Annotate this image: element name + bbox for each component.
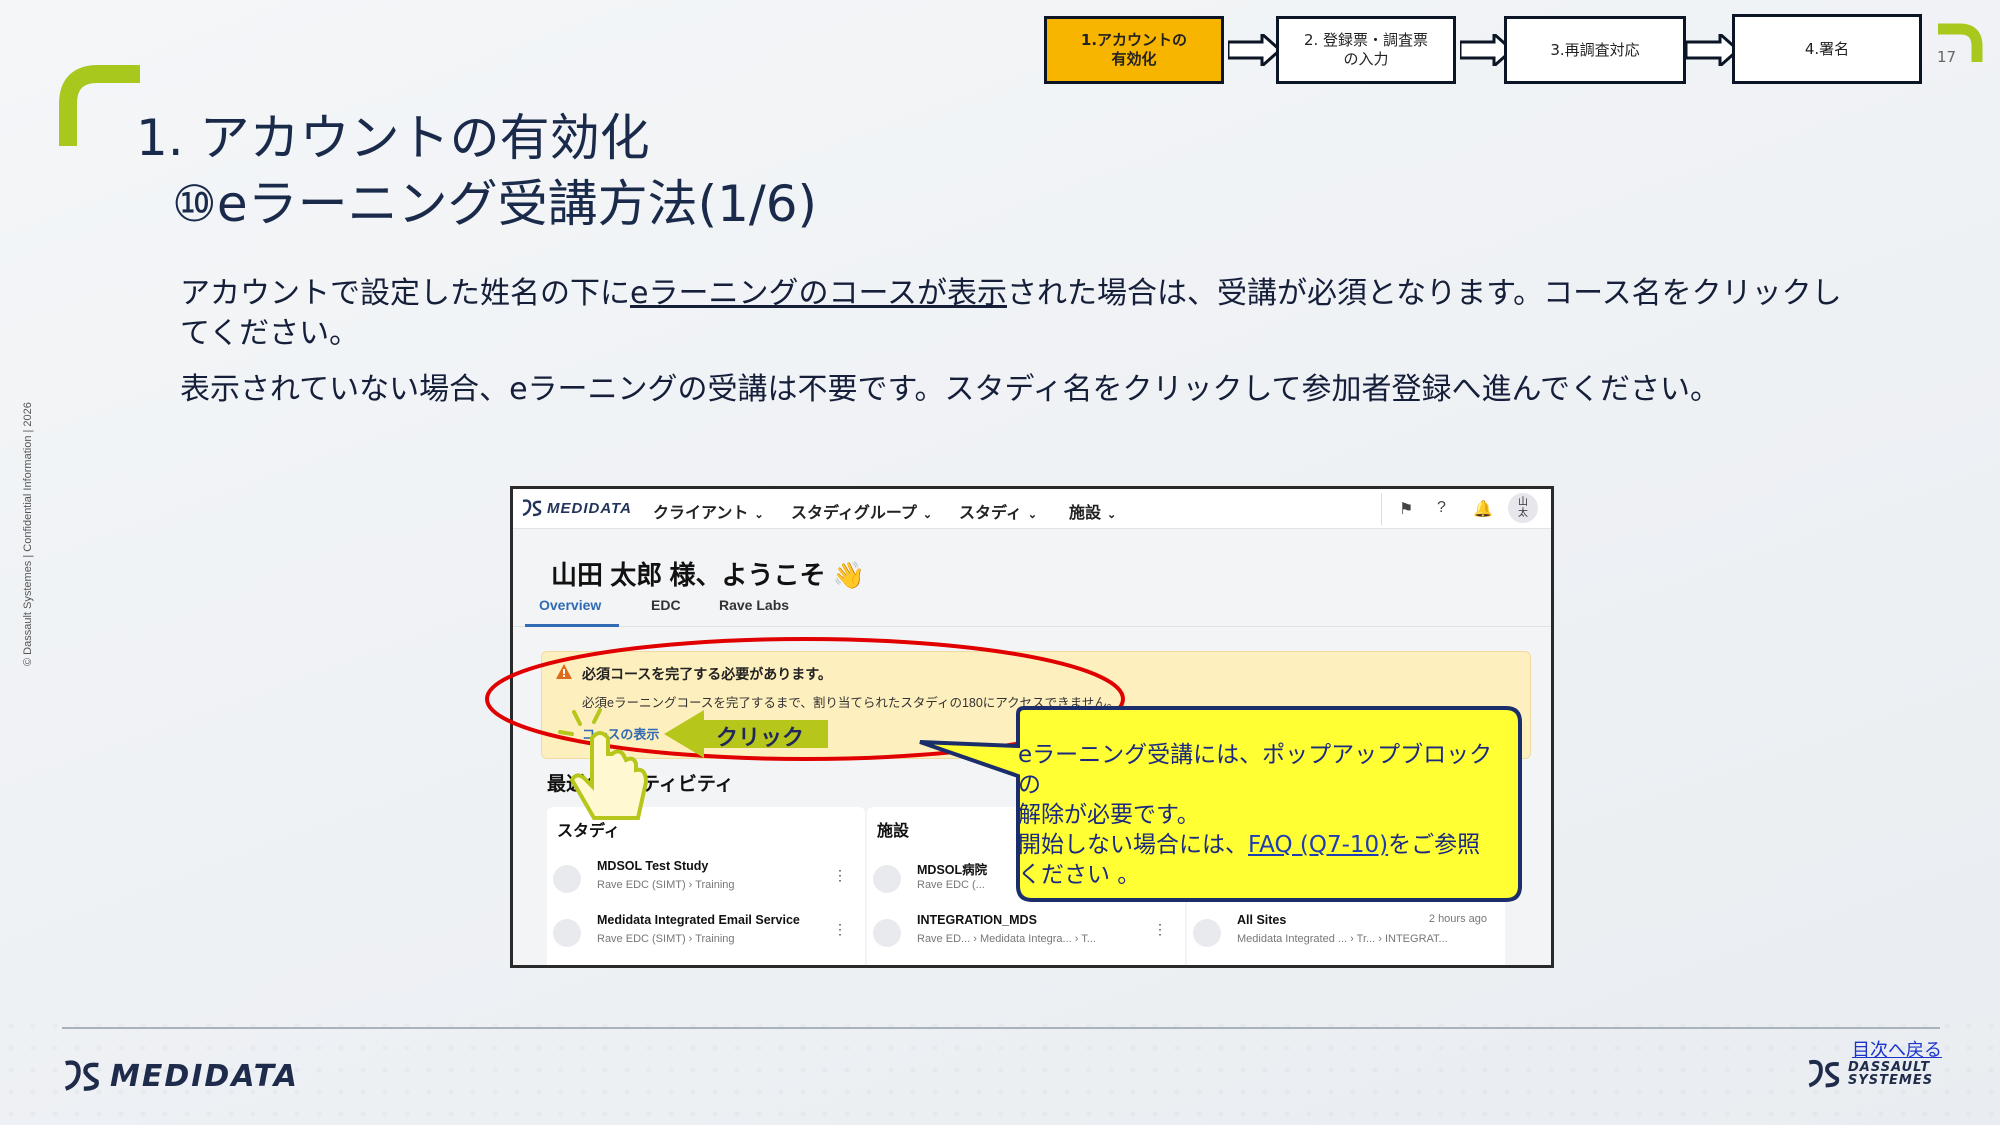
item-name: INTEGRATION_MDS	[917, 913, 1037, 927]
click-label: クリック	[716, 726, 805, 751]
medidata-logo: MEDIDATA	[521, 499, 632, 517]
building-icon	[873, 865, 901, 893]
footer-logo-text: MEDIDATA	[110, 1058, 300, 1094]
study-icon	[553, 865, 581, 893]
dassault-logo: DASSAULT SYSTEMES	[1806, 1058, 1933, 1090]
background-pattern	[0, 1015, 2000, 1125]
more-icon[interactable]: ⋮	[1153, 921, 1167, 938]
nav-divider	[1381, 493, 1382, 525]
step-1-label: 1.アカウントの 有効化	[1080, 31, 1188, 68]
clock-icon	[1193, 919, 1221, 947]
step-3-label: 3.再調査対応	[1550, 40, 1640, 59]
avatar[interactable]: 山 太	[1508, 493, 1538, 523]
callout-line-1: eラーニング受講には、ポップアップブロックの	[1018, 742, 1493, 798]
nav-study[interactable]: スタディ ⌄	[959, 499, 1037, 523]
step-3: 3.再調査対応	[1504, 16, 1686, 84]
instruction-paragraph-2: 表示されていない場合、eラーニングの受講は不要です。スタディ名をクリックして参加…	[180, 372, 1721, 407]
step-4-label: 4.署名	[1804, 39, 1850, 58]
item-path: Medidata Integrated ... › Tr... › INTEGR…	[1237, 933, 1448, 945]
item-path: Rave EDC (SIMT) › Training	[597, 879, 735, 891]
para1-text-a: アカウントで設定した姓名の下に	[180, 276, 630, 311]
callout-line-3a: 開始しない場合には、	[1018, 832, 1248, 858]
callout-line-3b: をご参照	[1388, 832, 1481, 858]
more-icon[interactable]: ⋮	[833, 921, 847, 938]
tab-rave-labs[interactable]: Rave Labs	[719, 597, 789, 613]
instruction-paragraph-1: アカウントで設定した姓名の下にeラーニングのコースが表示された場合は、受講が必須…	[180, 274, 1860, 354]
app-logo-text: MEDIDATA	[547, 499, 632, 517]
ds-logo-icon	[522, 499, 542, 517]
page-title: 1. アカウントの有効化	[136, 109, 650, 167]
para1-text-c: てください。	[180, 316, 360, 351]
item-name: MDSOL Test Study	[597, 859, 709, 873]
hand-pointer-icon	[558, 708, 649, 820]
nav-site[interactable]: 施設 ⌄	[1069, 499, 1116, 523]
page-number: 17	[1937, 48, 1957, 66]
message-icon[interactable]: ⚑	[1399, 499, 1413, 519]
nav-study-label: スタディ	[959, 505, 1022, 522]
step-arrow-icon	[1686, 34, 1738, 66]
step-2: 2. 登録票・調査票 の入力	[1276, 16, 1456, 84]
corner-bracket-decoration	[59, 65, 140, 146]
nav-study-group[interactable]: スタディグループ ⌄	[791, 499, 932, 523]
item-name: All Sites	[1237, 913, 1287, 927]
list-item[interactable]: Medidata Integrated Email Service Rave E…	[553, 913, 853, 953]
nav-site-label: 施設	[1069, 505, 1102, 522]
app-nav-bar: MEDIDATA クライアント ⌄ スタディグループ ⌄ スタディ ⌄ 施設 ⌄ ⚑ ?…	[513, 489, 1551, 529]
chevron-down-icon: ⌄	[922, 509, 933, 521]
faq-link[interactable]: FAQ (Q7-10)	[1248, 832, 1388, 858]
step-4: 4.署名	[1732, 14, 1922, 84]
ds-word-2: SYSTEMES	[1848, 1073, 1934, 1088]
tab-overview[interactable]: Overview	[525, 597, 619, 627]
study-icon	[553, 919, 581, 947]
help-icon[interactable]: ?	[1437, 499, 1446, 517]
more-icon[interactable]: ⋮	[833, 867, 847, 884]
ds-logo-icon	[64, 1060, 99, 1091]
bell-icon[interactable]: 🔔	[1473, 499, 1493, 519]
item-path: Rave ED... › Medidata Integra... › T...	[917, 933, 1096, 945]
item-timestamp: 2 hours ago	[1428, 913, 1487, 925]
chevron-down-icon: ⌄	[1107, 509, 1117, 521]
nav-study-group-label: スタディグループ	[791, 505, 917, 522]
building-icon	[873, 919, 901, 947]
chevron-down-icon: ⌄	[754, 509, 764, 521]
welcome-heading: 山田 太郎 様、ようこそ 👋	[551, 560, 866, 590]
step-2-label: 2. 登録票・調査票 の入力	[1303, 31, 1429, 68]
list-item[interactable]: All Sites Medidata Integrated ... › Tr..…	[1193, 913, 1493, 953]
item-path: Rave EDC (SIMT) › Training	[597, 933, 735, 945]
chevron-down-icon: ⌄	[1027, 509, 1038, 521]
confidential-note: © Dassault Systemes | Confidential Infor…	[22, 402, 34, 666]
step-1: 1.アカウントの 有効化	[1044, 16, 1224, 84]
card-heading: 施設	[877, 823, 910, 840]
nav-client-label: クライアント	[653, 505, 749, 522]
list-item[interactable]: INTEGRATION_MDS Rave ED... › Medidata In…	[873, 913, 1173, 953]
page-subtitle: ⑩eラーニング受講方法(1/6)	[172, 175, 818, 233]
item-name: Medidata Integrated Email Service	[597, 913, 800, 927]
app-tabs: Overview EDC Rave Labs	[513, 597, 1551, 627]
nav-client[interactable]: クライアント ⌄	[653, 499, 764, 523]
medidata-footer-logo: MEDIDATA	[62, 1058, 299, 1094]
list-item[interactable]: MDSOL Test Study Rave EDC (SIMT) › Train…	[553, 859, 853, 899]
tab-edc[interactable]: EDC	[651, 597, 681, 613]
callout-line-2: 解除が必要です。	[1018, 802, 1200, 828]
para1-underlined: eラーニングのコースが表示	[630, 276, 1007, 311]
para1-text-b: された場合は、受講が必須となります。コース名をクリックし	[1006, 276, 1842, 311]
study-card: スタディ MDSOL Test Study Rave EDC (SIMT) › …	[547, 807, 865, 965]
step-arrow-icon	[1228, 34, 1280, 66]
ds-logo-icon	[1808, 1059, 1840, 1088]
callout-line-4: ください 。	[1018, 862, 1141, 888]
callout-text: eラーニング受講には、ポップアップブロックの 解除が必要です。 開始しない場合に…	[1018, 740, 1504, 890]
footer-divider	[62, 1027, 1940, 1029]
